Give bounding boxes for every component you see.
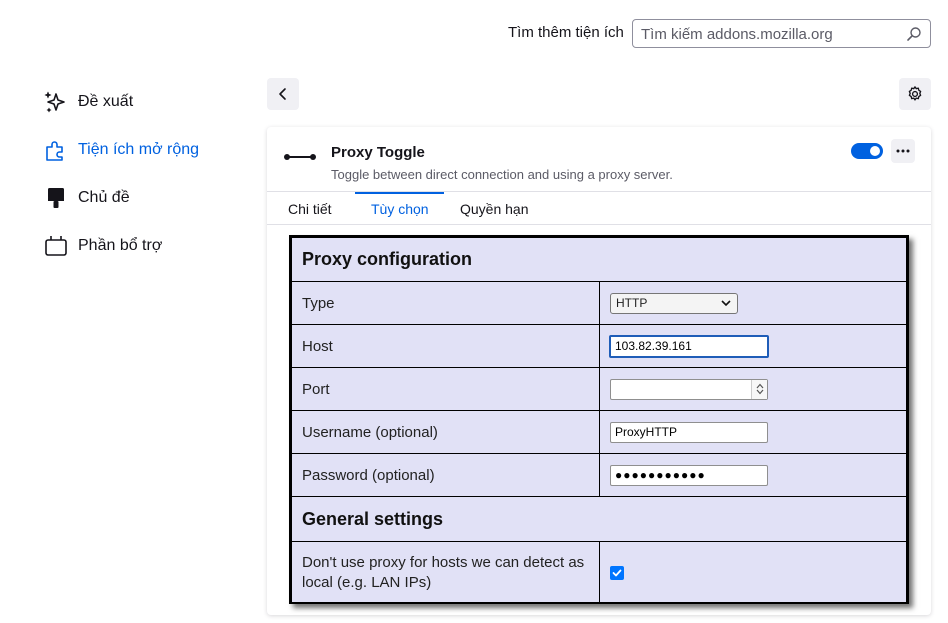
proxy-config-heading: Proxy configuration — [291, 237, 907, 282]
username-cell — [599, 410, 907, 454]
sidebar-item-themes[interactable]: Chủ đề — [44, 174, 244, 222]
sidebar-item-recommendations[interactable]: Đề xuất — [44, 78, 244, 126]
addon-options-panel: Proxy configuration Type HTTP Host 103.8… — [289, 235, 909, 604]
table-row: General settings — [291, 496, 907, 542]
addon-card: Proxy Toggle Toggle between direct conne… — [267, 127, 931, 615]
table-row: Type HTTP — [291, 281, 907, 325]
port-label: Port — [291, 367, 600, 411]
type-cell: HTTP — [599, 281, 907, 325]
proxy-toggle-addon-icon — [284, 154, 316, 160]
table-row: Username (optional) — [291, 410, 907, 454]
tab-options[interactable]: Tùy chọn — [371, 192, 429, 225]
general-settings-heading: General settings — [291, 496, 907, 542]
type-label: Type — [291, 281, 600, 325]
more-options-button[interactable] — [891, 139, 915, 163]
puzzle-icon — [44, 138, 68, 162]
table-row: Don't use proxy for hosts we can detect … — [291, 541, 907, 604]
plugin-icon — [44, 234, 68, 258]
chevron-left-icon — [279, 88, 286, 100]
sidebar-item-plugins[interactable]: Phần bổ trợ — [44, 222, 244, 270]
local-hosts-label: Don't use proxy for hosts we can detect … — [291, 541, 600, 604]
search-icon[interactable] — [906, 26, 922, 42]
local-hosts-checkbox[interactable] — [610, 565, 624, 580]
find-more-addons-label: Tìm thêm tiện ích — [508, 24, 624, 41]
table-row: Proxy configuration — [291, 237, 907, 282]
host-label: Host — [291, 324, 600, 368]
table-row: Password (optional) — [291, 453, 907, 497]
table-row: Host — [291, 324, 907, 368]
password-cell — [599, 453, 907, 497]
checkmark-icon — [612, 569, 622, 576]
addon-tabs: Chi tiết Tùy chọn Quyền hạn — [267, 192, 931, 225]
active-tab-indicator — [355, 192, 444, 194]
password-label: Password (optional) — [291, 453, 600, 497]
proxy-config-table: Proxy configuration Type HTTP Host 103.8… — [291, 237, 907, 604]
sidebar-item-label: Tiện ích mở rộng — [78, 141, 200, 158]
toggle-knob — [870, 146, 880, 156]
tabs-divider — [267, 224, 931, 225]
addon-description: Toggle between direct connection and usi… — [331, 167, 673, 182]
host-cell — [599, 324, 907, 368]
type-select[interactable]: HTTP — [610, 292, 738, 314]
sidebar-item-label: Phần bổ trợ — [78, 237, 163, 254]
port-number-field[interactable] — [610, 378, 768, 400]
password-input[interactable] — [610, 464, 768, 486]
username-label: Username (optional) — [291, 410, 600, 454]
sparkle-icon — [44, 90, 68, 114]
ellipsis-icon — [896, 149, 910, 153]
back-button[interactable] — [267, 78, 299, 110]
chevron-down-icon[interactable] — [756, 389, 764, 395]
tab-details[interactable]: Chi tiết — [288, 192, 332, 225]
username-input[interactable] — [610, 421, 768, 443]
table-row: Port — [291, 367, 907, 411]
addons-manager-page: Tìm thêm tiện ích Đề xuất — [0, 0, 948, 623]
sidebar-item-label: Đề xuất — [78, 93, 134, 110]
tab-permissions[interactable]: Quyền hạn — [460, 192, 529, 225]
port-input[interactable] — [610, 378, 768, 400]
type-select-value: HTTP — [616, 296, 648, 310]
sidebar-item-label: Chủ đề — [78, 189, 130, 206]
addons-search-box[interactable] — [632, 19, 931, 48]
addons-search-input[interactable] — [641, 24, 901, 44]
local-hosts-cell — [599, 541, 907, 604]
tools-settings-button[interactable] — [899, 78, 931, 110]
paintbrush-icon — [44, 186, 68, 210]
sidebar-item-extensions[interactable]: Tiện ích mở rộng — [44, 126, 244, 174]
addon-enable-toggle[interactable] — [851, 143, 883, 159]
addon-name: Proxy Toggle — [331, 144, 425, 161]
port-cell — [599, 367, 907, 411]
port-stepper[interactable] — [751, 379, 767, 399]
host-input[interactable] — [609, 334, 769, 358]
categories-sidebar: Đề xuất Tiện ích mở rộng Chủ đề Phần bổ … — [44, 78, 244, 270]
chevron-down-icon — [721, 300, 731, 307]
gear-icon — [908, 86, 922, 101]
